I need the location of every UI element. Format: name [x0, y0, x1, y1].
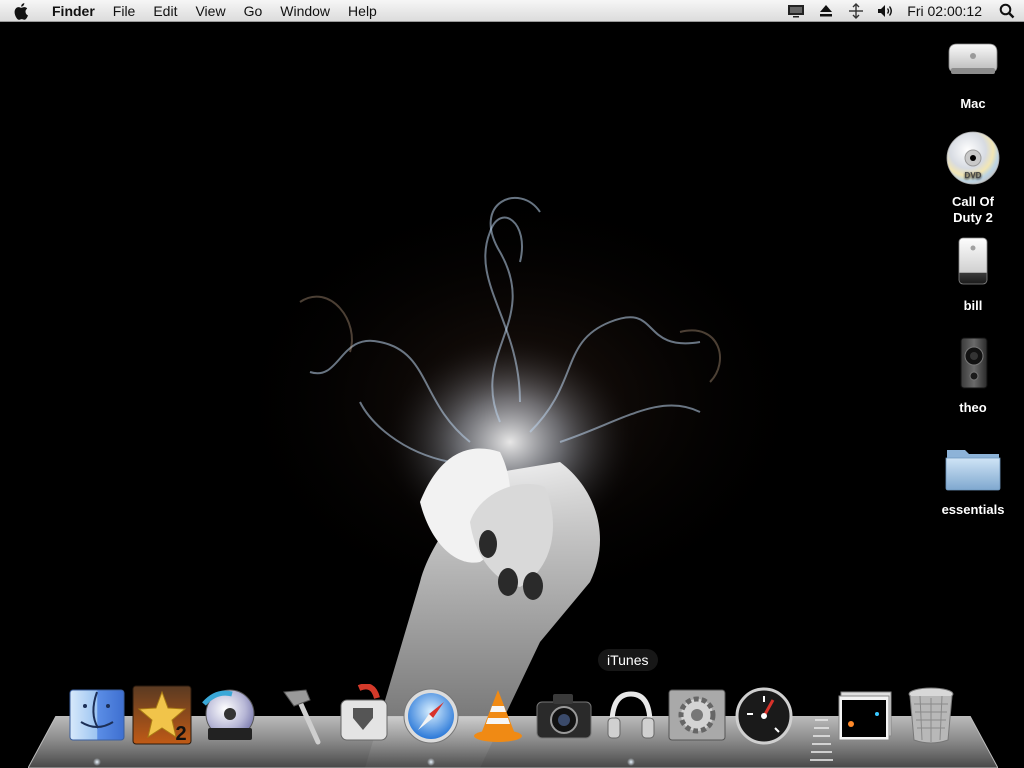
desktop-icon-call-of-duty-2[interactable]: DVD Call Of Duty 2 — [933, 130, 1013, 226]
dock-tooltip: iTunes — [598, 649, 658, 671]
svg-text:2: 2 — [175, 723, 186, 745]
dvd-player-icon — [202, 689, 255, 740]
vlc-cone-icon — [474, 690, 522, 742]
menu-window[interactable]: Window — [271, 0, 339, 22]
hammer-icon — [283, 689, 321, 745]
dock-photo-booth[interactable] — [533, 684, 595, 746]
dock-automator[interactable] — [333, 683, 395, 746]
headphones-icon — [607, 691, 655, 739]
menu-extras: Fri 02:00:12 — [781, 0, 1024, 22]
trash-icon — [908, 687, 954, 744]
desktop-icon-mac[interactable]: Mac — [933, 32, 1013, 112]
menu-bar: Finder File Edit View Go Window Help Fri… — [0, 0, 1024, 22]
automator-icon — [340, 683, 388, 741]
dock-dvd-player[interactable] — [198, 684, 260, 746]
dock-dashboard[interactable] — [733, 684, 795, 746]
desktop-icon-label: bill — [963, 298, 983, 313]
desktop-icon-essentials[interactable]: essentials — [933, 438, 1013, 518]
menu-file[interactable]: File — [104, 0, 145, 22]
running-indicator — [93, 758, 101, 766]
menu-view[interactable]: View — [186, 0, 234, 22]
dock-vlc[interactable] — [467, 684, 529, 746]
eject-icon[interactable] — [811, 0, 841, 22]
running-indicator — [627, 758, 635, 766]
display-icon[interactable] — [781, 0, 811, 22]
dashboard-gauge-icon — [735, 687, 793, 745]
speaker-drive-icon — [943, 336, 1003, 396]
mac-mini-icon — [943, 32, 1003, 92]
finder-icon — [69, 689, 125, 741]
dock-imovie-star[interactable]: 2 — [131, 684, 193, 746]
dock-stack[interactable] — [833, 684, 895, 746]
spotlight-search-icon[interactable] — [990, 0, 1024, 22]
camera-icon — [536, 694, 592, 739]
dock-itunes[interactable] — [600, 684, 662, 746]
dock-trash[interactable] — [900, 684, 962, 746]
desktop-icon-label: theo — [959, 400, 987, 415]
dock-finder[interactable] — [66, 684, 128, 746]
svg-text:DVD: DVD — [965, 171, 982, 180]
dock-xcode-hammer[interactable] — [266, 684, 328, 746]
dvd-icon: DVD — [943, 130, 1003, 190]
bluetooth-icon[interactable] — [841, 0, 871, 22]
external-drive-icon — [943, 234, 1003, 294]
menu-go[interactable]: Go — [235, 0, 272, 22]
desktop-wallpaper — [0, 22, 1024, 768]
apple-menu-icon[interactable] — [0, 0, 44, 22]
menu-edit[interactable]: Edit — [144, 0, 186, 22]
folder-icon — [943, 438, 1003, 498]
dock-system-preferences[interactable] — [666, 684, 728, 746]
star-2-icon: 2 — [132, 685, 192, 745]
desktop-icon-label: Call Of Duty 2 — [952, 194, 994, 225]
dock-safari[interactable] — [400, 684, 462, 746]
desktop-icon-bill[interactable]: bill — [933, 234, 1013, 314]
desktop-icon-label: essentials — [941, 502, 1005, 517]
menu-help[interactable]: Help — [339, 0, 386, 22]
menu-clock[interactable]: Fri 02:00:12 — [901, 0, 990, 22]
running-indicator — [427, 758, 435, 766]
desktop-icon-label: Mac — [960, 96, 986, 111]
menu-app-finder[interactable]: Finder — [44, 0, 104, 22]
stack-icon — [838, 691, 892, 741]
system-preferences-gear-icon — [668, 689, 726, 741]
safari-compass-icon — [403, 688, 459, 744]
desktop-icon-theo[interactable]: theo — [933, 336, 1013, 416]
volume-icon[interactable] — [871, 0, 901, 22]
